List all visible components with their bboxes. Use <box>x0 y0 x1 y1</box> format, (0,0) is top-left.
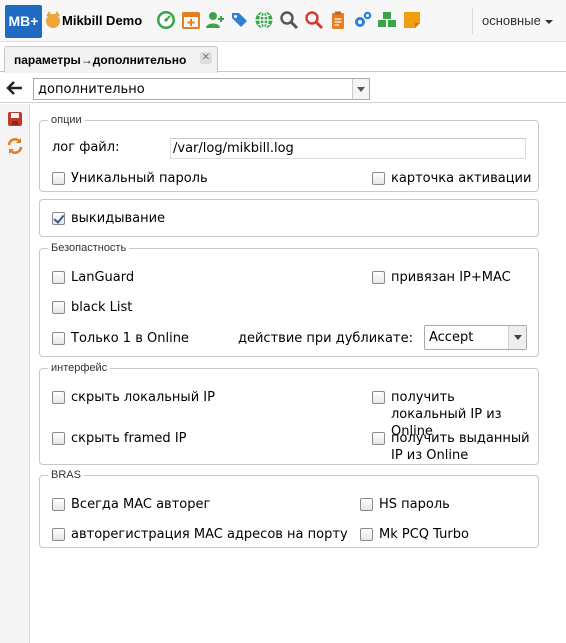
cubes-icon[interactable] <box>377 10 397 30</box>
tab-strip: параметры→дополнительно ✕ <box>0 42 566 73</box>
mk-pcq-turbo-checkbox[interactable]: Mk PCQ Turbo <box>360 526 469 543</box>
security-group: Безопастность LanGuard привязан IP+MAC b… <box>39 242 539 357</box>
checkbox-box[interactable] <box>52 301 65 314</box>
options-group: опции лог файл: /var/log/mikbill.log Уни… <box>39 114 539 192</box>
settings-icon[interactable] <box>353 10 373 30</box>
calendar-add-icon[interactable] <box>181 10 201 30</box>
caret-down-icon <box>544 19 553 24</box>
security-legend: Безопастность <box>51 242 127 254</box>
unique-password-checkbox[interactable]: Уникальный пароль <box>52 170 208 187</box>
chevron-down-icon <box>508 326 526 349</box>
kick-checkbox[interactable]: выкидывание <box>52 210 165 227</box>
bound-ip-mac-checkbox[interactable]: привязан IP+MAC <box>372 269 511 286</box>
dup-action-select[interactable]: Accept <box>424 325 527 350</box>
cat-icon <box>46 10 60 28</box>
checkbox-box[interactable] <box>372 271 385 284</box>
sticky-note-icon[interactable] <box>402 10 422 30</box>
kick-group: выкидывание <box>39 199 539 237</box>
main-menu-dropdown[interactable]: основные <box>482 13 553 28</box>
user-add-icon[interactable] <box>205 10 225 30</box>
tags-icon[interactable] <box>230 10 250 30</box>
clipboard-icon[interactable] <box>328 10 348 30</box>
always-mac-autoreg-checkbox[interactable]: Всегда MAC авторег <box>52 496 210 513</box>
nav-row: дополнительно <box>0 73 566 103</box>
checkbox-box[interactable] <box>52 332 65 345</box>
get-assigned-ip-checkbox[interactable]: получить выданный IP из Online <box>372 430 532 464</box>
languard-checkbox[interactable]: LanGuard <box>52 269 134 286</box>
search-icon[interactable] <box>279 10 299 30</box>
close-icon[interactable]: ✕ <box>200 52 212 64</box>
checkbox-box[interactable] <box>52 498 65 511</box>
checkbox-box[interactable] <box>52 172 65 185</box>
bras-legend: BRAS <box>51 469 81 481</box>
hide-local-ip-checkbox[interactable]: скрыть локальный IP <box>52 389 215 406</box>
hs-password-checkbox[interactable]: HS пароль <box>360 496 450 513</box>
toolbar-divider <box>472 8 473 34</box>
bras-group: BRAS Всегда MAC авторег HS пароль авторе… <box>39 469 539 548</box>
checkbox-box[interactable] <box>52 528 65 541</box>
toolbar-icons <box>156 10 427 30</box>
logfile-label: лог файл: <box>52 140 120 155</box>
globe-icon[interactable] <box>254 10 274 30</box>
checkbox-box[interactable] <box>52 271 65 284</box>
refresh-icon[interactable] <box>6 137 24 155</box>
options-legend: опции <box>51 114 82 126</box>
app-logo[interactable]: MB+ <box>5 5 42 38</box>
section-select[interactable]: дополнительно <box>33 78 370 100</box>
checkbox-box[interactable] <box>372 391 385 404</box>
search-red-icon[interactable] <box>304 10 324 30</box>
side-toolbar <box>0 104 30 643</box>
dashboard-icon[interactable] <box>156 10 176 30</box>
chevron-down-icon <box>352 79 369 99</box>
dup-action-label: действие при дубликате: <box>238 331 413 346</box>
checkbox-box[interactable] <box>372 432 385 445</box>
interface-group: интерфейс скрыть локальный IP получить л… <box>39 362 539 465</box>
checkbox-box[interactable] <box>360 528 373 541</box>
blacklist-checkbox[interactable]: black List <box>52 299 132 316</box>
checkbox-box[interactable] <box>52 432 65 445</box>
hide-framed-ip-checkbox[interactable]: скрыть framed IP <box>52 430 187 447</box>
only-one-online-checkbox[interactable]: Только 1 в Online <box>52 330 189 347</box>
checkbox-box[interactable] <box>52 391 65 404</box>
checkbox-box-checked[interactable] <box>52 212 65 225</box>
checkbox-box[interactable] <box>372 172 385 185</box>
top-bar: MB+ Mikbill Demo основные <box>0 0 566 42</box>
checkbox-box[interactable] <box>360 498 373 511</box>
logfile-input[interactable]: /var/log/mikbill.log <box>170 138 526 159</box>
tab-params-additional[interactable]: параметры→дополнительно ✕ <box>4 46 218 73</box>
autoreg-mac-port-checkbox[interactable]: авторегистрация MAC адресов на порту <box>52 526 348 543</box>
activation-card-checkbox[interactable]: карточка активации <box>372 170 531 187</box>
save-icon[interactable] <box>7 111 23 127</box>
arrow-left-icon[interactable] <box>6 80 23 96</box>
interface-legend: интерфейс <box>51 362 108 374</box>
app-title[interactable]: Mikbill Demo <box>46 10 143 28</box>
app-title-text: Mikbill Demo <box>62 13 143 28</box>
